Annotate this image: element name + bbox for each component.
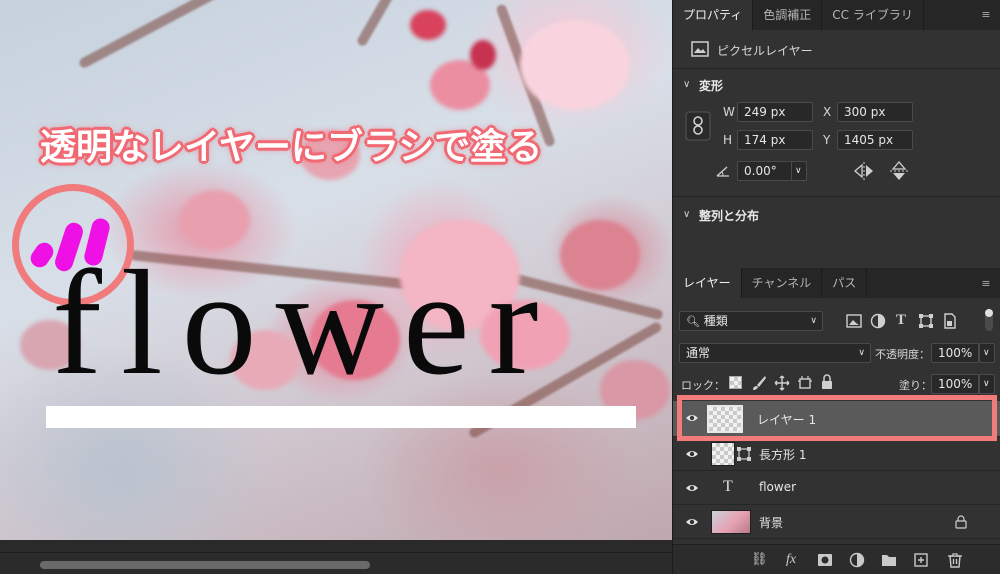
layer-kind-label: ピクセルレイヤー: [717, 44, 813, 58]
tutorial-headline: 透明なレイヤーにブラシで塗る: [40, 127, 543, 168]
pixel-layer-icon: [691, 41, 709, 57]
tab-adjustments[interactable]: 色調補正: [753, 0, 823, 30]
filter-kind-label: 種類: [703, 314, 728, 328]
flip-vertical-icon[interactable]: [889, 160, 909, 182]
cherry-blossom-photo[interactable]: 透明なレイヤーにブラシで塗る flower: [0, 0, 672, 540]
tab-paths[interactable]: パス: [822, 268, 868, 298]
document-canvas-area[interactable]: 透明なレイヤーにブラシで塗る flower: [0, 0, 672, 574]
visibility-eye-icon[interactable]: [685, 447, 699, 461]
layers-footer-toolbar: ⛓ fx: [673, 544, 1000, 574]
selected-layer-highlight-outline: [677, 395, 997, 441]
lock-position-move-icon[interactable]: [774, 375, 790, 391]
fill-label: 塗り：: [899, 379, 932, 392]
lock-image-pixels-brush-icon[interactable]: [751, 375, 767, 391]
tab-cc-libraries[interactable]: CC ライブラリ: [822, 0, 924, 30]
lock-artboard-icon[interactable]: [797, 375, 813, 391]
horizontal-scrollbar[interactable]: [0, 552, 672, 574]
panel-menu-icon[interactable]: ≡: [980, 9, 992, 21]
link-proportions-icon[interactable]: [685, 111, 711, 141]
vector-mask-link-icon: [737, 447, 751, 461]
layer-kind-row: ピクセルレイヤー: [673, 30, 1000, 68]
fx-layer-style-icon[interactable]: fx: [783, 552, 799, 568]
flip-horizontal-icon[interactable]: [853, 161, 875, 181]
properties-tabbar: プロパティ 色調補正 CC ライブラリ: [673, 0, 1000, 30]
add-mask-icon[interactable]: [817, 552, 833, 568]
filter-pixel-layer-icon[interactable]: [846, 313, 862, 329]
opacity-dropdown-chevron-icon[interactable]: ∨: [979, 343, 995, 363]
lock-all-icon[interactable]: [820, 374, 834, 390]
filter-shape-layer-icon[interactable]: [918, 313, 934, 329]
link-layers-icon[interactable]: ⛓: [751, 552, 768, 568]
filter-smart-object-icon[interactable]: [942, 313, 958, 329]
layer-name[interactable]: 長方形 1: [759, 446, 806, 463]
height-label: H: [723, 133, 733, 147]
tab-channels[interactable]: チャンネル: [742, 268, 823, 298]
new-layer-icon[interactable]: [913, 552, 929, 568]
layers-panel-menu-icon[interactable]: ≡: [980, 278, 992, 290]
opacity-label: 不透明度：: [875, 348, 930, 361]
chevron-down-icon[interactable]: ∨: [683, 209, 690, 220]
transform-section-title[interactable]: 変形: [699, 77, 723, 94]
blend-mode-select[interactable]: 通常 ∨: [679, 343, 871, 363]
chevron-down-icon: ∨: [858, 348, 865, 358]
opacity-field[interactable]: 100%: [931, 343, 979, 363]
search-icon: 🔍︎: [686, 315, 700, 328]
width-label: W: [723, 105, 735, 119]
layers-tabbar: レイヤー チャンネル パス: [673, 268, 1000, 298]
align-distribute-section-title[interactable]: 整列と分布: [699, 207, 759, 224]
tab-layers[interactable]: レイヤー: [673, 268, 742, 298]
lock-transparent-pixels-icon[interactable]: [729, 376, 742, 389]
y-position-field[interactable]: 1405 px: [837, 130, 913, 150]
lock-label: ロック：: [681, 379, 725, 392]
type-layer-icon: T: [723, 478, 733, 495]
layer-filter-kind-select[interactable]: 🔍︎ 種類 ∨: [679, 311, 823, 331]
new-adjustment-layer-icon[interactable]: [849, 552, 865, 568]
filter-toggle-switch[interactable]: [985, 309, 993, 331]
x-label: X: [823, 105, 832, 119]
layer-row[interactable]: T flower: [673, 471, 1000, 505]
layer-thumbnail: [711, 442, 735, 466]
angle-icon: [716, 166, 729, 177]
filter-type-layer-icon[interactable]: T: [893, 310, 909, 330]
layer-row[interactable]: 長方形 1: [673, 437, 1000, 471]
chevron-down-icon: ∨: [810, 316, 817, 326]
new-group-folder-icon[interactable]: [881, 552, 897, 568]
layer-name[interactable]: flower: [759, 480, 796, 494]
flower-text-layer: flower: [52, 240, 558, 406]
right-panel: プロパティ 色調補正 CC ライブラリ ≡ ピクセルレイヤー ∨ 変形 W 24…: [672, 0, 1000, 574]
white-rectangle-shape: [46, 406, 636, 428]
tab-properties[interactable]: プロパティ: [673, 0, 754, 30]
delete-layer-trash-icon[interactable]: [947, 552, 963, 568]
blend-mode-label: 通常: [686, 346, 711, 360]
chevron-down-icon[interactable]: ∨: [683, 79, 690, 90]
visibility-eye-icon[interactable]: [685, 515, 699, 529]
x-position-field[interactable]: 300 px: [837, 102, 913, 122]
fill-field[interactable]: 100%: [931, 374, 979, 394]
filter-adjustment-layer-icon[interactable]: [870, 313, 886, 329]
layer-row[interactable]: 背景: [673, 505, 1000, 539]
layer-name[interactable]: 背景: [759, 514, 783, 531]
lock-icon: [955, 515, 967, 529]
y-label: Y: [823, 133, 831, 147]
layer-thumbnail: [711, 510, 751, 534]
fill-dropdown-chevron-icon[interactable]: ∨: [979, 374, 995, 394]
height-field[interactable]: 174 px: [737, 130, 813, 150]
visibility-eye-icon[interactable]: [685, 481, 699, 495]
width-field[interactable]: 249 px: [737, 102, 813, 122]
horizontal-scrollbar-thumb[interactable]: [40, 561, 370, 569]
angle-dropdown-chevron-icon[interactable]: ∨: [791, 161, 807, 181]
